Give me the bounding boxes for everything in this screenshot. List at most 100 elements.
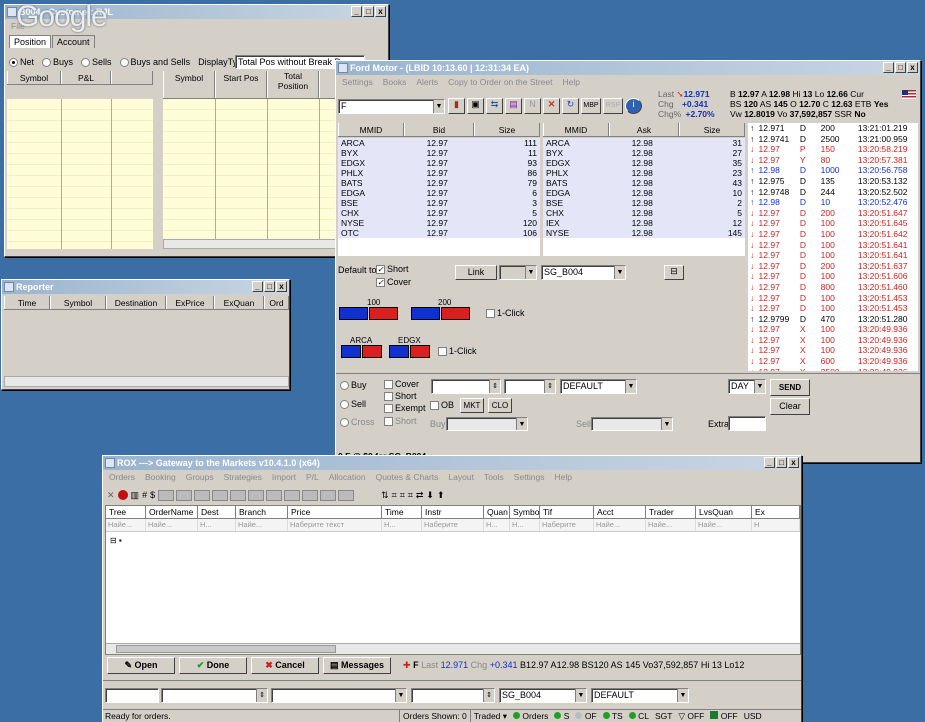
cross-buy-select[interactable]: ▼ (446, 417, 528, 431)
bid-book[interactable]: ARCA 12.97 111 BYX 12.97 11 EDGX 12.97 93 PHLX 12.… (338, 138, 540, 256)
rox-menu-item[interactable]: Allocation (329, 470, 366, 484)
edgx-buy-button[interactable] (389, 345, 409, 358)
column-filter-input[interactable]: Найе... (146, 519, 198, 531)
column-filter-input[interactable]: Найе... (594, 519, 646, 531)
arrow-up-icon[interactable]: ⬆ (437, 490, 445, 501)
filter-add-icon[interactable]: ⌗ (392, 490, 397, 501)
rox-menu-item[interactable]: Orders (109, 470, 135, 484)
buy-200-button[interactable] (411, 307, 440, 320)
bid-row[interactable]: BSE 12.97 3 (338, 198, 540, 208)
sell-200-button[interactable] (441, 307, 470, 320)
col-symbol[interactable]: Symbol (50, 296, 106, 309)
cancel-icon[interactable]: ✕ (543, 98, 560, 114)
bid-row[interactable]: BYX 12.97 11 (338, 148, 540, 158)
transfer-icon[interactable]: ⇆ (486, 98, 503, 114)
hash-icon[interactable]: # (142, 490, 147, 500)
messages-button[interactable]: ▤ Messages (323, 657, 391, 674)
clear-button[interactable]: Clear (770, 398, 810, 415)
rox-menu-item[interactable]: Strategies (224, 470, 262, 484)
layout-icon[interactable] (320, 489, 337, 501)
col-lvsquan[interactable]: LvsQuan (696, 506, 752, 518)
col-ord[interactable]: Ord (264, 296, 289, 309)
menu-alerts[interactable]: Alerts (416, 75, 438, 89)
filter-off-toggle[interactable]: ▽ OFF (675, 710, 707, 722)
column-filter-input[interactable]: Наберите (422, 519, 484, 531)
arrow-down-icon[interactable]: ⬇ (426, 490, 434, 501)
col-start-pos[interactable]: Start Pos (215, 71, 267, 98)
n-button[interactable]: N (524, 98, 541, 114)
column-filter-input[interactable]: Наберите (540, 519, 594, 531)
rox-menu-item[interactable]: Booking (145, 470, 176, 484)
maximize-button[interactable]: □ (776, 457, 787, 468)
layout-icon[interactable] (302, 489, 319, 501)
minimize-button[interactable]: _ (764, 457, 775, 468)
instr-input[interactable]: ⇕ (411, 688, 495, 703)
chevron-down-icon[interactable]: ▼ (395, 689, 406, 702)
column-filter-input[interactable]: Найе... (236, 519, 288, 531)
rox-menu-item[interactable]: Help (555, 470, 572, 484)
col-pl[interactable]: P&L (61, 71, 111, 84)
column-filter-input[interactable]: Н... (510, 519, 540, 531)
col-ordername[interactable]: OrderName (146, 506, 198, 518)
col-exprice[interactable]: ExPrice (166, 296, 214, 309)
chart-icon[interactable]: ▮ (448, 98, 465, 114)
close-button[interactable]: x (788, 457, 799, 468)
rsp-button[interactable]: RSP (603, 98, 623, 114)
strategy-select[interactable]: DEFAULT ▼ (560, 379, 637, 394)
col-symbol-2[interactable]: Symbol (163, 71, 215, 98)
close-icon[interactable]: ✕ (107, 490, 115, 501)
tab-position[interactable]: Position (9, 35, 52, 48)
rox-menu-item[interactable]: Quotes & Charts (376, 470, 439, 484)
col-tif[interactable]: Tif (540, 506, 594, 518)
col-total-position[interactable]: Total Position (267, 71, 319, 98)
col-time[interactable]: Time (4, 296, 50, 309)
rox-menu-item[interactable]: Import (272, 470, 296, 484)
col-quan[interactable]: Quan (484, 506, 510, 518)
price-select[interactable]: ▼ (271, 688, 407, 703)
link-button[interactable]: Link (455, 265, 497, 280)
ask-book[interactable]: ARCA 12.98 31 BYX 12.98 27 EDGX 12.98 35 PHLX 12.9… (543, 138, 745, 256)
bid-row[interactable]: ARCA 12.97 111 (338, 138, 540, 148)
col-trader[interactable]: Trader (646, 506, 696, 518)
horizontal-scrollbar[interactable] (4, 376, 289, 387)
chevron-down-icon[interactable]: ▼ (661, 418, 672, 430)
quantity-stepper[interactable]: ⇕ (161, 688, 268, 703)
chevron-down-icon[interactable]: ▼ (625, 380, 636, 393)
filter-remove-icon[interactable]: ⌗ (408, 490, 413, 501)
filter-edit-icon[interactable]: ⌗ (400, 490, 405, 501)
account-select[interactable]: SG_B004 ▼ (541, 265, 626, 280)
minimize-button[interactable]: _ (883, 62, 894, 73)
send-button[interactable]: SEND (770, 379, 810, 396)
time-and-sales[interactable]: ↑ 12.971 D 200 13:21:01.219 ↑ 12.9741 D 2500 13:2… (748, 123, 918, 371)
info-icon[interactable]: i (625, 98, 642, 114)
tab-account[interactable]: Account (52, 35, 95, 48)
col-acct[interactable]: Acct (594, 506, 646, 518)
col-dest[interactable]: Dest (198, 506, 236, 518)
account-lookup-button[interactable]: ⊟ (664, 265, 684, 280)
bid-row[interactable]: CHX 12.97 5 (338, 208, 540, 218)
layout-icon[interactable] (194, 489, 211, 501)
rox-menu-item[interactable]: Groups (186, 470, 214, 484)
symbol-input[interactable]: F ▼ (338, 99, 445, 114)
short-checkbox[interactable]: ✓ Short (376, 264, 409, 275)
tree-expand[interactable]: ⊟ ▪ (110, 536, 122, 545)
maximize-button[interactable]: □ (895, 62, 906, 73)
account-select[interactable]: SG_B004 ▼ (499, 688, 587, 703)
bid-row[interactable]: PHLX 12.97 86 (338, 168, 540, 178)
col-branch[interactable]: Branch (236, 506, 288, 518)
col-bid[interactable]: Bid (404, 123, 474, 136)
column-filter-input[interactable]: Наберите текст (288, 519, 382, 531)
chevron-down-icon[interactable]: ▼ (525, 266, 536, 279)
column-filter-input[interactable]: Н... (484, 519, 510, 531)
chevron-down-icon[interactable]: ▼ (614, 266, 625, 279)
bid-row[interactable]: EDGX 12.97 93 (338, 158, 540, 168)
ask-row[interactable]: BSE 12.98 2 (543, 198, 745, 208)
col-instr[interactable]: Instr (422, 506, 484, 518)
ask-row[interactable]: BATS 12.98 43 (543, 178, 745, 188)
close-button[interactable]: x (907, 62, 918, 73)
col-destination[interactable]: Destination (106, 296, 166, 309)
col-mmid[interactable]: MMID (338, 123, 404, 136)
link-select[interactable]: ▼ (499, 265, 537, 280)
position-table-body[interactable] (163, 99, 348, 239)
column-filter-input[interactable]: Найе... (696, 519, 752, 531)
